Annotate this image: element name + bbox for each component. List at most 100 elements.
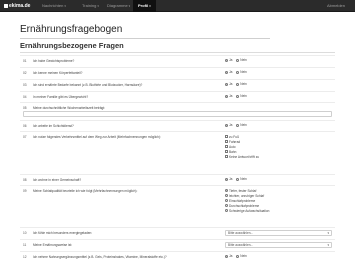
question-number: 08 xyxy=(23,178,27,182)
energy-select[interactable]: Bitte auswählen... ▾ xyxy=(225,230,332,236)
radio-icon xyxy=(225,209,228,212)
select-value: Bitte auswählen... xyxy=(228,231,254,235)
nav-diagramme-label: Diagramme xyxy=(107,3,128,8)
question-text: Ich habe Gewichtsprobleme? xyxy=(33,59,75,63)
radio-checked-icon xyxy=(225,123,228,127)
caret-down-icon: ▾ xyxy=(97,4,99,8)
radio-group: Ja Nein xyxy=(225,82,250,87)
logout-link[interactable]: Abmelden xyxy=(327,0,345,12)
nav-profil-label: Profil xyxy=(138,3,149,8)
radio-checked-icon xyxy=(225,58,228,62)
radio-label: Ja xyxy=(229,70,233,74)
question-row: 02 Ich kenne meinen Körperfettanteil? Ja… xyxy=(20,67,335,76)
question-text: Meine Schlafqualität beurteile ich wie f… xyxy=(33,189,138,193)
radio-icon xyxy=(236,94,240,98)
radio-yes[interactable]: Ja xyxy=(225,123,232,127)
question-number: 01 xyxy=(23,59,27,63)
radio-checked-icon xyxy=(225,177,228,181)
radio-label: Schwierige Aufwachsituation xyxy=(229,208,270,213)
checkbox-label: Auto xyxy=(229,144,236,149)
radio-group: Ja Nein xyxy=(225,58,250,63)
radio-checked-icon xyxy=(225,82,228,86)
checkbox-label: Bahn xyxy=(229,149,237,154)
radio-icon xyxy=(225,194,228,197)
radio-yes[interactable]: Ja xyxy=(225,58,232,62)
radio-label: Nein xyxy=(240,177,247,181)
question-row: 10 Ich fühle mich besonders energiegelad… xyxy=(20,227,335,237)
radio-no[interactable]: Nein xyxy=(236,123,247,127)
question-number: 11 xyxy=(23,243,27,247)
radio-label: Ja xyxy=(229,254,233,258)
radio-label: Ja xyxy=(229,58,233,62)
radio-group: Ja Nein xyxy=(225,70,250,75)
working-hours-input[interactable] xyxy=(23,111,332,117)
radio-label: Tiefer, fester Schlaf xyxy=(229,188,257,193)
nav-diagramme[interactable]: Diagramme▾ xyxy=(107,0,130,12)
radio-no[interactable]: Nein xyxy=(236,254,247,258)
brand-link[interactable]: ekima.de xyxy=(4,0,30,12)
radio-label: Einschlafprobleme xyxy=(229,198,256,203)
radio-label: Ja xyxy=(229,123,233,127)
question-row: 04 In meiner Familie gibt es Übergewicht… xyxy=(20,91,335,100)
top-navbar: ekima.de Nachrichten▾ Training▾ Diagramm… xyxy=(0,0,355,12)
nav-profil[interactable]: Profil▾ xyxy=(133,0,156,12)
radio-label: Nein xyxy=(240,82,247,86)
checkbox-label: Keine Antwort trifft zu xyxy=(229,154,260,159)
radio-yes[interactable]: Ja xyxy=(225,82,232,86)
caret-down-icon: ▾ xyxy=(64,4,66,8)
radio-option[interactable]: Schwierige Aufwachsituation xyxy=(225,208,269,213)
diet-select[interactable]: Bitte auswählen... ▾ xyxy=(225,242,332,248)
radio-group: Ja Nein xyxy=(225,123,250,128)
radio-group: Tiefer, fester Schlaf leichter, unruhige… xyxy=(225,188,269,213)
radio-group: Ja Nein xyxy=(225,177,250,182)
radio-no[interactable]: Nein xyxy=(236,177,247,181)
question-row: 08 Ich wohne in einer Gemeinschaft? Ja N… xyxy=(20,174,335,183)
caret-down-icon: ▾ xyxy=(128,4,131,8)
checkbox-label: zu Fuß xyxy=(229,134,239,139)
checkbox-label: Fahrrad xyxy=(229,139,241,144)
radio-label: Nein xyxy=(240,94,247,98)
checkbox-icon xyxy=(225,155,228,158)
checkbox-group: zu Fuß Fahrrad Auto Bahn Keine Antwort t… xyxy=(225,134,259,159)
radio-yes[interactable]: Ja xyxy=(225,70,232,74)
radio-label: Nein xyxy=(240,123,247,127)
radio-yes[interactable]: Ja xyxy=(225,94,232,98)
brand-label: ekima.de xyxy=(9,3,31,9)
question-number: 06 xyxy=(23,124,27,128)
question-row: 09 Meine Schlafqualität beurteile ich wi… xyxy=(20,185,335,225)
radio-checked-icon xyxy=(225,254,228,258)
chevron-down-icon: ▾ xyxy=(327,231,329,235)
radio-option[interactable]: leichter, unruhiger Schlaf xyxy=(225,193,269,198)
title-divider xyxy=(20,38,270,39)
question-number: 07 xyxy=(23,135,27,139)
radio-icon xyxy=(236,123,240,127)
radio-icon xyxy=(225,199,228,202)
nav-training[interactable]: Training▾ xyxy=(82,0,99,12)
question-text: Meine Ernährungsweise ist: xyxy=(33,243,73,247)
radio-yes[interactable]: Ja xyxy=(225,254,232,258)
question-number: 12 xyxy=(23,255,27,259)
checkbox-icon xyxy=(225,150,228,153)
radio-label: Nein xyxy=(240,58,247,62)
checkbox-option[interactable]: Keine Antwort trifft zu xyxy=(225,154,259,159)
question-text: Ich arbeite im Schichtdienst? xyxy=(33,124,74,128)
radio-yes[interactable]: Ja xyxy=(225,177,232,181)
question-row: 01 Ich habe Gewichtsprobleme? Ja Nein xyxy=(20,55,335,64)
question-text: Ich kenne meinen Körperfettanteil? xyxy=(33,71,83,75)
radio-checked-icon xyxy=(225,189,228,192)
question-number: 05 xyxy=(23,106,27,110)
select-value: Bitte auswählen... xyxy=(228,243,254,247)
section-title: Ernährungsbezogene Fragen xyxy=(20,41,124,50)
radio-no[interactable]: Nein xyxy=(236,94,247,98)
radio-no[interactable]: Nein xyxy=(236,82,247,86)
radio-no[interactable]: Nein xyxy=(236,70,247,74)
radio-no[interactable]: Nein xyxy=(236,58,247,62)
nav-nachrichten[interactable]: Nachrichten▾ xyxy=(42,0,66,12)
radio-checked-icon xyxy=(225,94,228,98)
question-text: Ich sind ernährte Bedarfe bekannt (z.B. … xyxy=(33,83,143,87)
radio-icon xyxy=(236,70,240,74)
question-number: 04 xyxy=(23,95,27,99)
radio-label: Ja xyxy=(229,82,233,86)
question-number: 03 xyxy=(23,83,27,87)
question-row: 07 Ich nutze folgendes Verkehrsmittel au… xyxy=(20,131,335,173)
